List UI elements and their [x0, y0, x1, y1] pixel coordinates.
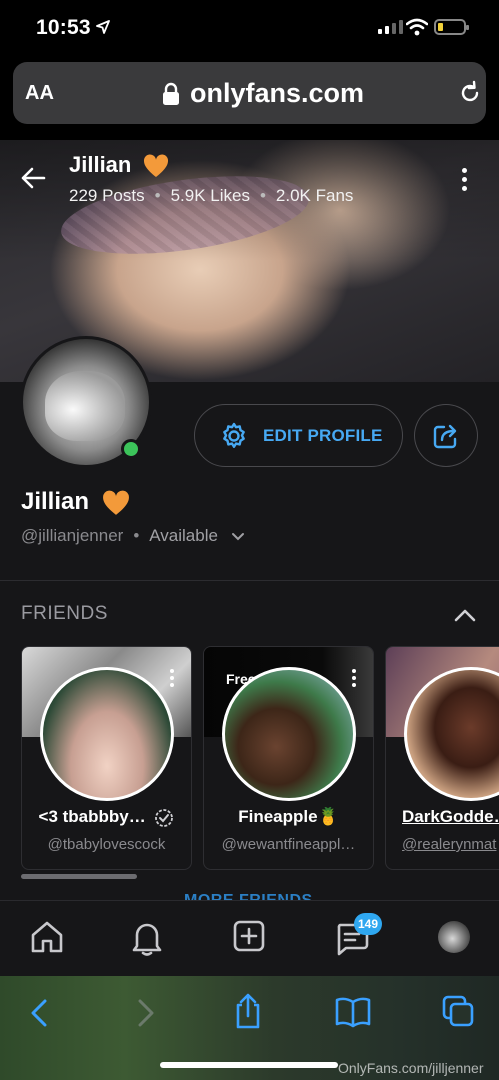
- friend-card[interactable]: Free Fineapple🍍 @wewantfineappl…: [203, 646, 374, 870]
- online-status-indicator: [121, 439, 141, 459]
- friend-handle[interactable]: @tbabylovescock: [22, 836, 191, 853]
- home-icon[interactable]: [29, 919, 65, 955]
- lock-icon: [163, 82, 179, 105]
- add-post-icon[interactable]: [232, 919, 266, 953]
- fans-count: 2.0K Fans: [275, 186, 354, 205]
- more-options-icon[interactable]: [462, 168, 467, 191]
- friend-avatar[interactable]: [40, 667, 174, 801]
- orange-heart-icon: [144, 154, 169, 178]
- status-bar: 10:53: [0, 0, 499, 56]
- edit-profile-label: EDIT PROFILE: [263, 425, 383, 445]
- friend-avatar[interactable]: [222, 667, 356, 801]
- back-chevron-icon[interactable]: [28, 998, 50, 1028]
- handle-row: @jillianjenner • Available: [21, 526, 245, 546]
- friend-handle[interactable]: @wewantfineappl…: [204, 836, 373, 853]
- status-time: 10:53: [36, 16, 91, 39]
- tabs-icon[interactable]: [441, 994, 475, 1028]
- horizontal-scrollbar[interactable]: [21, 874, 137, 879]
- share-icon: [433, 424, 457, 448]
- orange-heart-icon: [102, 490, 129, 515]
- friend-card[interactable]: DarkGodde… @realerynmat: [385, 646, 499, 870]
- likes-count: 5.9K Likes: [170, 186, 250, 205]
- share-button[interactable]: [414, 404, 478, 467]
- profile-avatar-nav[interactable]: [438, 921, 470, 953]
- profile-handle: @jillianjenner: [21, 526, 124, 545]
- text-size-button[interactable]: AA: [25, 82, 54, 105]
- share-sheet-icon[interactable]: [232, 992, 264, 1030]
- address-bar[interactable]: AA onlyfans.com: [13, 62, 486, 124]
- friend-name[interactable]: Fineapple🍍: [204, 807, 373, 827]
- availability-dropdown[interactable]: Available: [149, 526, 218, 545]
- wifi-icon: [406, 18, 428, 36]
- signal-icon: [378, 20, 403, 34]
- friend-options-icon[interactable]: [170, 669, 174, 687]
- chevron-up-icon[interactable]: [454, 608, 476, 622]
- bookmarks-icon[interactable]: [334, 996, 372, 1028]
- watermark: OnlyFans.com/jilljenner: [338, 1060, 484, 1076]
- bottom-navigation: 149: [0, 900, 499, 976]
- back-arrow-icon[interactable]: [20, 166, 46, 190]
- url-domain[interactable]: onlyfans.com: [190, 78, 364, 109]
- edit-profile-button[interactable]: EDIT PROFILE: [194, 404, 403, 467]
- divider: [0, 580, 499, 581]
- cover-stats: 229 Posts • 5.9K Likes • 2.0K Fans: [69, 186, 354, 205]
- messages-badge: 149: [354, 913, 382, 935]
- bell-icon[interactable]: [129, 919, 165, 957]
- friends-carousel[interactable]: <3 tbabbby… @tbabylovescock Free Fineapp…: [21, 646, 499, 870]
- gear-icon: [223, 422, 245, 448]
- posts-count: 229 Posts: [69, 186, 145, 205]
- battery-icon: [434, 19, 469, 35]
- chevron-down-icon[interactable]: [231, 532, 245, 542]
- verified-badge-icon: [155, 808, 174, 827]
- friend-handle[interactable]: @realerynmat: [386, 836, 499, 853]
- reload-icon[interactable]: [457, 80, 483, 106]
- forward-chevron-icon[interactable]: [135, 998, 157, 1028]
- home-indicator[interactable]: [160, 1062, 338, 1068]
- friend-name[interactable]: <3 tbabbby…: [22, 807, 191, 828]
- profile-page: Jillian 229 Posts • 5.9K Likes • 2.0K Fans E…: [0, 140, 499, 910]
- friends-section-title: FRIENDS: [21, 603, 108, 624]
- location-arrow-icon: [96, 20, 110, 34]
- friend-name[interactable]: DarkGodde…: [386, 807, 499, 827]
- profile-name: Jillian: [21, 488, 130, 516]
- cover-profile-name: Jillian: [69, 152, 169, 178]
- friend-options-icon[interactable]: [352, 669, 356, 687]
- friend-card[interactable]: <3 tbabbby… @tbabylovescock: [21, 646, 192, 870]
